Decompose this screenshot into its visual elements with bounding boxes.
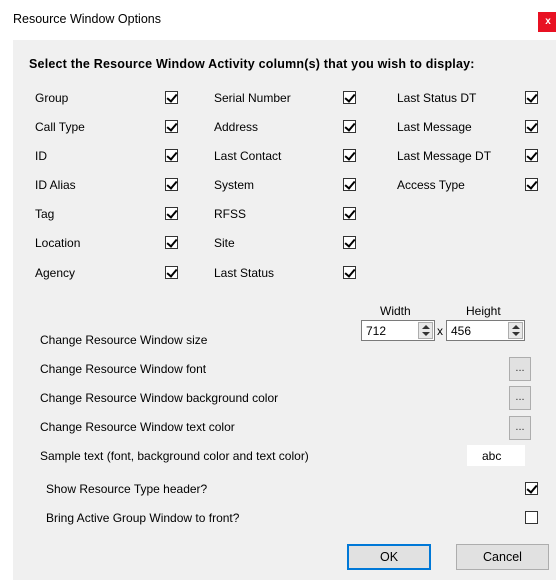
spin-up-icon[interactable] xyxy=(422,325,430,329)
column-label-call-type: Call Type xyxy=(35,120,85,134)
ok-button[interactable]: OK xyxy=(347,544,431,570)
width-value: 712 xyxy=(366,324,387,338)
close-button[interactable]: x xyxy=(538,12,556,32)
dialog-body: Select the Resource Window Activity colu… xyxy=(13,40,556,580)
column-label-last-message: Last Message xyxy=(397,120,472,134)
column-checkbox-last-status-dt[interactable] xyxy=(525,91,538,104)
column-checkbox-id-alias[interactable] xyxy=(165,178,178,191)
column-label-last-contact: Last Contact xyxy=(214,149,282,163)
text-color-button[interactable]: ... xyxy=(509,416,531,440)
width-spin-buttons[interactable] xyxy=(418,322,433,339)
size-separator: x xyxy=(437,324,443,338)
dialog-title: Resource Window Options xyxy=(13,12,161,26)
height-spinner[interactable]: 456 xyxy=(446,320,525,341)
bring-front-checkbox[interactable] xyxy=(525,511,538,524)
column-checkbox-serial-number[interactable] xyxy=(343,91,356,104)
column-checkbox-tag[interactable] xyxy=(165,207,178,220)
font-picker-button[interactable]: ... xyxy=(509,357,531,381)
show-header-label: Show Resource Type header? xyxy=(46,482,208,496)
height-spin-buttons[interactable] xyxy=(508,322,523,339)
column-checkbox-rfss[interactable] xyxy=(343,207,356,220)
columns-heading: Select the Resource Window Activity colu… xyxy=(29,57,475,71)
column-checkbox-last-message[interactable] xyxy=(525,120,538,133)
spin-down-icon[interactable] xyxy=(422,332,430,336)
column-label-last-status: Last Status xyxy=(214,266,275,280)
column-label-agency: Agency xyxy=(35,266,76,280)
column-checkbox-call-type[interactable] xyxy=(165,120,178,133)
spin-up-icon[interactable] xyxy=(512,325,520,329)
sample-text-preview: abc xyxy=(467,445,525,466)
column-checkbox-group[interactable] xyxy=(165,91,178,104)
column-checkbox-id[interactable] xyxy=(165,149,178,162)
column-label-system: System xyxy=(214,178,255,192)
height-label: Height xyxy=(466,304,501,318)
show-header-checkbox[interactable] xyxy=(525,482,538,495)
column-checkbox-agency[interactable] xyxy=(165,266,178,279)
background-color-button[interactable]: ... xyxy=(509,386,531,410)
sample-text-label: Sample text (font, background color and … xyxy=(40,449,309,463)
background-color-label: Change Resource Window background color xyxy=(40,391,279,405)
column-label-location: Location xyxy=(35,236,81,250)
column-label-id: ID xyxy=(35,149,47,163)
column-checkbox-location[interactable] xyxy=(165,236,178,249)
column-checkbox-address[interactable] xyxy=(343,120,356,133)
column-label-last-status-dt: Last Status DT xyxy=(397,91,477,105)
column-label-group: Group xyxy=(35,91,69,105)
spin-down-icon[interactable] xyxy=(512,332,520,336)
options-dialog: Resource Window Options x Select the Res… xyxy=(0,0,556,580)
width-spinner[interactable]: 712 xyxy=(361,320,435,341)
font-label: Change Resource Window font xyxy=(40,362,207,376)
column-label-serial-number: Serial Number xyxy=(214,91,291,105)
text-color-label: Change Resource Window text color xyxy=(40,420,235,434)
column-checkbox-access-type[interactable] xyxy=(525,178,538,191)
column-checkbox-last-contact[interactable] xyxy=(343,149,356,162)
column-label-site: Site xyxy=(214,236,235,250)
size-label: Change Resource Window size xyxy=(40,333,208,347)
column-label-tag: Tag xyxy=(35,207,55,221)
cancel-button[interactable]: Cancel xyxy=(456,544,549,570)
column-label-id-alias: ID Alias xyxy=(35,178,76,192)
column-label-last-message-dt: Last Message DT xyxy=(397,149,492,163)
column-checkbox-system[interactable] xyxy=(343,178,356,191)
column-label-address: Address xyxy=(214,120,259,134)
column-label-rfss: RFSS xyxy=(214,207,247,221)
column-label-access-type: Access Type xyxy=(397,178,465,192)
bring-front-label: Bring Active Group Window to front? xyxy=(46,511,240,525)
title-bar: Resource Window Options x xyxy=(0,0,556,40)
column-checkbox-last-status[interactable] xyxy=(343,266,356,279)
height-value: 456 xyxy=(451,324,472,338)
column-checkbox-site[interactable] xyxy=(343,236,356,249)
width-label: Width xyxy=(380,304,411,318)
column-checkbox-last-message-dt[interactable] xyxy=(525,149,538,162)
